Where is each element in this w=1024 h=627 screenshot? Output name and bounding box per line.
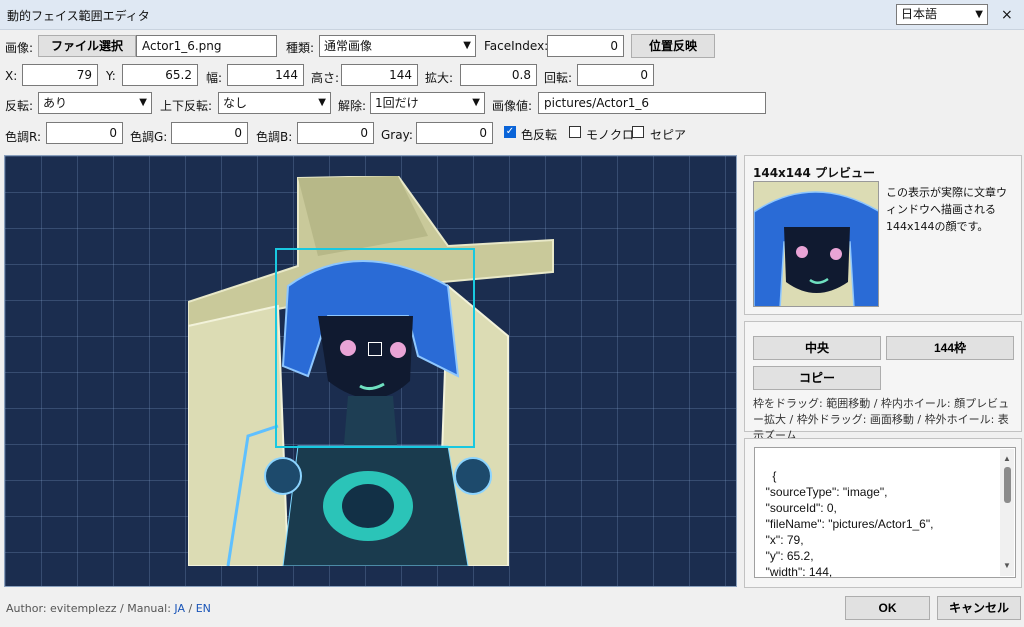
gray-field[interactable]: 0 <box>416 122 493 144</box>
image-value-field[interactable]: pictures/Actor1_6 <box>538 92 766 114</box>
flip-label: 反転: <box>5 99 34 113</box>
scroll-up-icon[interactable]: ▲ <box>1003 451 1011 467</box>
face-index-field[interactable]: 0 <box>547 35 624 57</box>
image-label: 画像: <box>5 41 34 55</box>
chevron-down-icon: ▼ <box>975 9 983 20</box>
usage-hint: 枠をドラッグ: 範囲移動 / 枠内ホイール: 顔プレビュー拡大 / 枠外ドラッグ… <box>753 397 1010 442</box>
scale-field[interactable]: 0.8 <box>460 64 537 86</box>
preview-panel: 144x144 プレビュー この表示が実際に文章ウィンドウへ描画される144x1… <box>744 155 1022 315</box>
face-index-label: FaceIndex: <box>484 39 549 53</box>
tone-b-field[interactable]: 0 <box>297 122 374 144</box>
author-text: Author: evitemplezz / Manual: <box>6 602 175 615</box>
scroll-thumb[interactable] <box>1004 467 1011 503</box>
x-field[interactable]: 79 <box>22 64 98 86</box>
rotate-field[interactable]: 0 <box>577 64 654 86</box>
width-label: 幅: <box>206 71 223 85</box>
mono-checkbox[interactable] <box>569 126 581 138</box>
apply-position-button[interactable]: 位置反映 <box>631 34 715 58</box>
face-preview-image <box>754 182 878 306</box>
y-label: Y: <box>106 69 116 83</box>
height-label: 高さ: <box>311 71 340 85</box>
tone-b-label: 色調B: <box>256 130 293 144</box>
sepia-checkbox[interactable] <box>632 126 644 138</box>
window-title: 動的フェイス範囲エディタ <box>7 9 150 23</box>
flip-value: あり <box>43 96 68 110</box>
flip-select[interactable]: あり ▼ <box>38 92 152 114</box>
manual-separator: / <box>184 602 196 615</box>
json-output[interactable]: { "sourceType": "image", "sourceId": 0, … <box>754 447 1016 578</box>
chevron-down-icon: ▼ <box>318 97 326 108</box>
x-label: X: <box>5 69 18 83</box>
release-label: 解除: <box>338 99 367 113</box>
footer-credits: Author: evitemplezz / Manual: JA / EN <box>6 602 211 615</box>
invert-label: 色反転 <box>521 128 558 142</box>
center-button[interactable]: 中央 <box>753 336 881 360</box>
face-preview <box>753 181 879 307</box>
vflip-select[interactable]: なし ▼ <box>218 92 331 114</box>
release-select[interactable]: 1回だけ ▼ <box>370 92 485 114</box>
editor-canvas[interactable] <box>4 155 737 587</box>
file-select-button[interactable]: ファイル選択 <box>38 35 136 57</box>
scroll-down-icon[interactable]: ▼ <box>1003 558 1011 574</box>
preview-note: この表示が実際に文章ウィンドウへ描画される144x144の顔です。 <box>886 186 1007 233</box>
controls-panel: 中央 144枠 コピー 枠をドラッグ: 範囲移動 / 枠内ホイール: 顔プレビュ… <box>744 321 1022 442</box>
tone-r-label: 色調R: <box>5 130 42 144</box>
tone-g-label: 色調G: <box>130 130 168 144</box>
manual-ja-link[interactable]: JA <box>174 602 185 615</box>
vflip-value: なし <box>223 96 248 110</box>
preview-title: 144x144 プレビュー <box>753 166 876 180</box>
chevron-down-icon: ▼ <box>463 40 471 51</box>
manual-en-link[interactable]: EN <box>196 602 211 615</box>
sepia-label: セピア <box>650 128 687 142</box>
gray-label: Gray: <box>381 128 413 142</box>
chevron-down-icon: ▼ <box>472 97 480 108</box>
vflip-label: 上下反転: <box>160 99 213 113</box>
image-value-label: 画像値: <box>492 99 533 113</box>
tone-r-field[interactable]: 0 <box>46 122 123 144</box>
cancel-button[interactable]: キャンセル <box>937 596 1021 620</box>
scale-label: 拡大: <box>425 71 454 85</box>
invert-checkbox[interactable]: ✓ <box>504 126 516 138</box>
close-icon[interactable]: × <box>1001 7 1013 23</box>
ok-button[interactable]: OK <box>845 596 930 620</box>
mono-label: モノクロ <box>586 128 635 142</box>
rotate-label: 回転: <box>544 71 573 85</box>
width-field[interactable]: 144 <box>227 64 304 86</box>
chevron-down-icon: ▼ <box>139 97 147 108</box>
type-value: 通常画像 <box>324 39 373 53</box>
frame-144-button[interactable]: 144枠 <box>886 336 1014 360</box>
y-field[interactable]: 65.2 <box>122 64 198 86</box>
height-field[interactable]: 144 <box>341 64 418 86</box>
json-panel: { "sourceType": "image", "sourceId": 0, … <box>744 438 1022 588</box>
release-value: 1回だけ <box>375 96 419 110</box>
title-bar: 動的フェイス範囲エディタ 日本語 ▼ × <box>0 0 1024 30</box>
language-value: 日本語 <box>901 7 938 21</box>
language-select[interactable]: 日本語 ▼ <box>896 4 988 25</box>
type-select[interactable]: 通常画像 ▼ <box>319 35 476 57</box>
tone-g-field[interactable]: 0 <box>171 122 248 144</box>
copy-button[interactable]: コピー <box>753 366 881 390</box>
frame-center-marker <box>368 342 382 356</box>
scrollbar[interactable]: ▲ ▼ <box>1000 449 1014 576</box>
file-name-field[interactable]: Actor1_6.png <box>136 35 277 57</box>
json-text: { "sourceType": "image", "sourceId": 0, … <box>765 469 934 578</box>
type-label: 種類: <box>286 41 315 55</box>
